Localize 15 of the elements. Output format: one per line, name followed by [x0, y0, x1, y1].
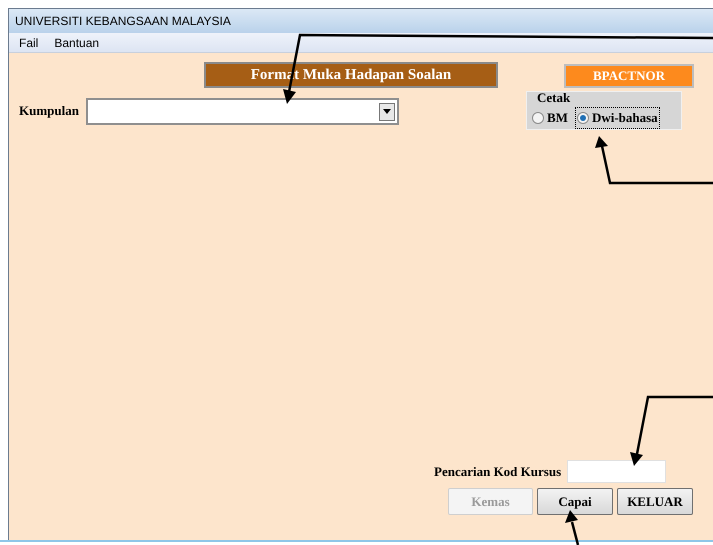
search-field[interactable]	[567, 460, 666, 483]
radio-option[interactable]: Dwi-bahasa	[574, 107, 660, 128]
action-button[interactable]: KELUAR	[617, 488, 693, 515]
annotation-arrow	[565, 510, 580, 545]
radio-button[interactable]	[576, 112, 589, 124]
menu-item[interactable]: Fail	[11, 34, 46, 52]
window-title: UNIVERSITI KEBANGSAAN MALAYSIA	[15, 13, 231, 30]
radio-option[interactable]: BM	[530, 107, 570, 128]
group-label: Kumpulan	[19, 102, 79, 120]
action-button[interactable]: Capai	[537, 488, 613, 515]
menu-item[interactable]: Bantuan	[46, 34, 108, 52]
group-dropdown[interactable]	[86, 98, 399, 125]
radio-button[interactable]	[532, 112, 544, 124]
search-label: Pencarian Kod Kursus	[434, 462, 562, 481]
group-caption: Cetak	[536, 91, 570, 105]
